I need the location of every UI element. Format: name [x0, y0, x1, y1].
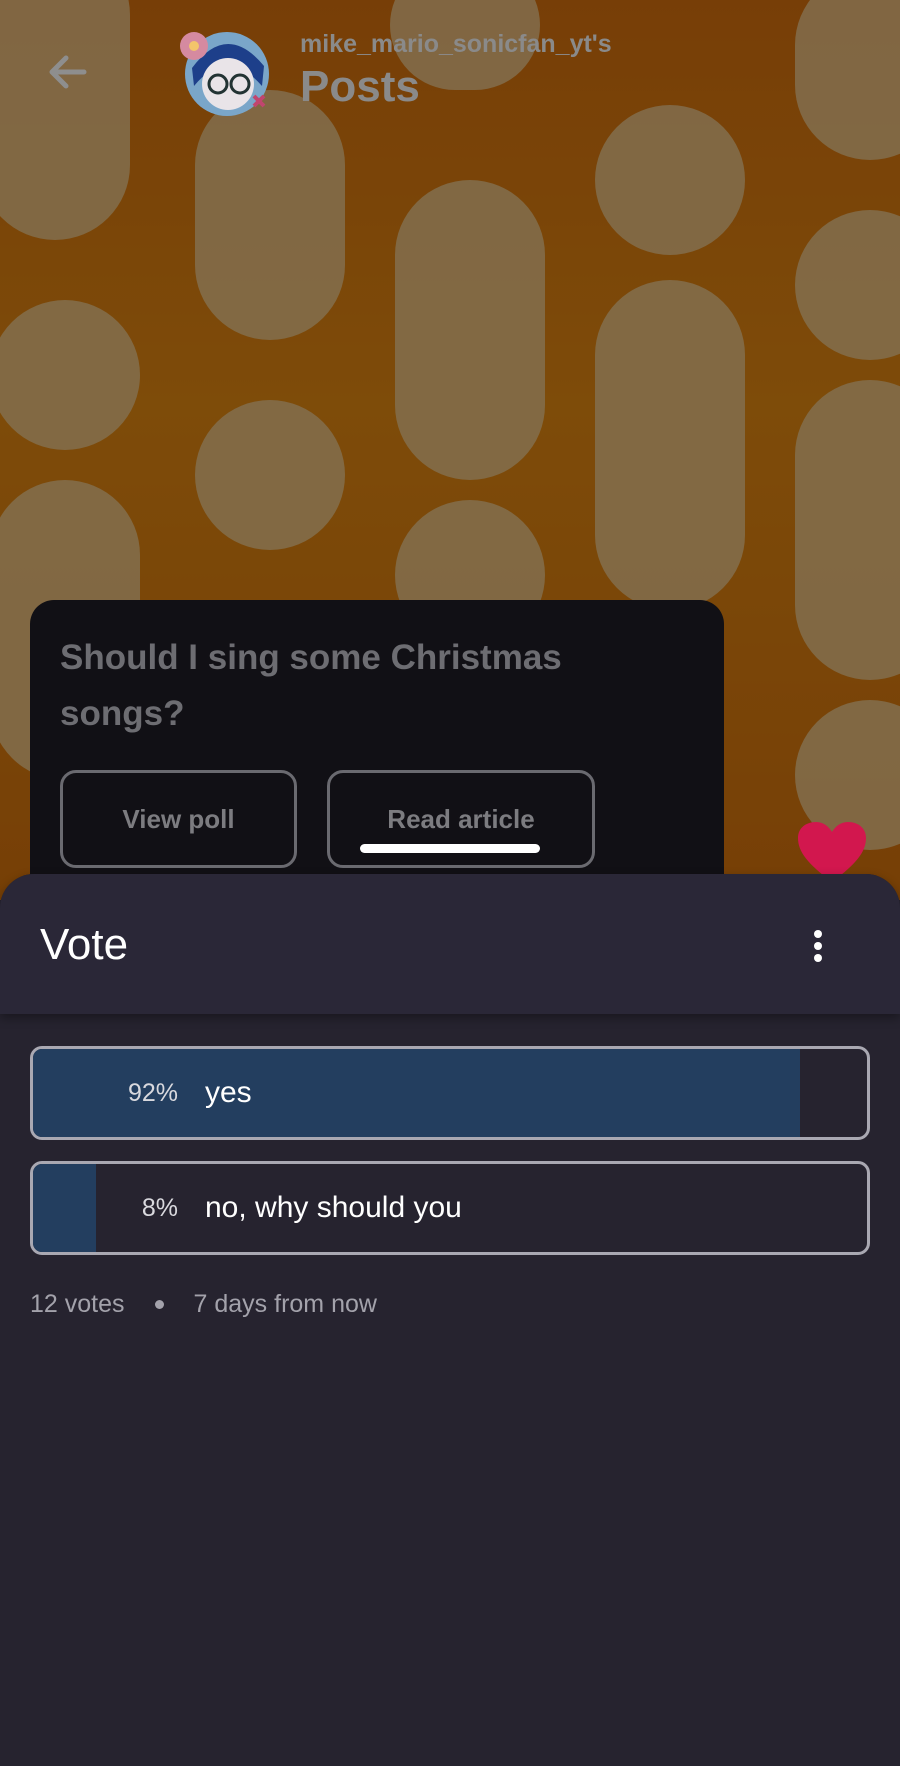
- post-card[interactable]: Should I sing some Christmas songs? View…: [30, 600, 724, 910]
- separator-dot: [154, 1300, 164, 1309]
- view-poll-button[interactable]: View poll: [60, 770, 297, 868]
- more-vert-icon[interactable]: [806, 928, 830, 964]
- sheet-header: Vote: [0, 874, 900, 1014]
- avatar[interactable]: [172, 26, 272, 118]
- option-label: no, why should you: [205, 1191, 462, 1224]
- option-percent: 8%: [141, 1193, 178, 1222]
- vote-sheet: Vote 92% yes 8% no, why should you 12 vo…: [0, 874, 900, 1766]
- poll-meta: 12 votes 7 days from now: [30, 1290, 377, 1319]
- option-percent: 92%: [127, 1078, 178, 1107]
- page-title: Posts: [300, 62, 420, 111]
- post-title: Should I sing some Christmas songs?: [60, 638, 562, 733]
- top-bar: mike_mario_sonicfan_yt's Posts: [0, 0, 900, 130]
- poll-option[interactable]: 8% no, why should you: [30, 1161, 870, 1255]
- option-label: yes: [205, 1076, 252, 1109]
- sheet-title: Vote: [40, 920, 129, 969]
- owner-name: mike_mario_sonicfan_yt's: [300, 30, 612, 58]
- read-article-button[interactable]: Read article: [327, 770, 595, 868]
- poll-deadline: 7 days from now: [193, 1290, 377, 1318]
- vote-count: 12 votes: [30, 1290, 125, 1318]
- back-arrow-icon[interactable]: [44, 48, 92, 96]
- tab-indicator: [360, 844, 540, 853]
- poll-option[interactable]: 92% yes: [30, 1046, 870, 1140]
